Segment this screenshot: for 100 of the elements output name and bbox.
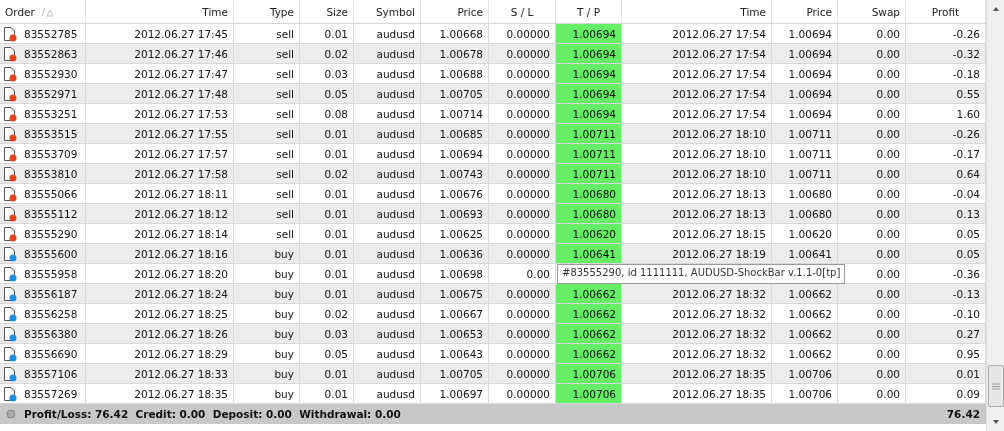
size-cell: 0.01 [324,147,348,160]
scroll-thumb[interactable] [988,365,1004,407]
swap-cell: 0.00 [876,147,900,160]
stop-loss-cell: 0.00000 [506,127,550,140]
type-cell: buy [274,267,294,280]
order-cell: 83552863 [24,47,78,60]
symbol-cell: audusd [376,247,415,260]
take-profit-cell: 1.00662 [572,307,616,320]
price-cell: 1.00625 [439,227,483,240]
symbol-cell: audusd [376,27,415,40]
size-cell: 0.01 [324,27,348,40]
close-time-cell: 2012.06.27 17:54 [672,27,766,40]
symbol-cell: audusd [376,87,415,100]
close-price-cell: 1.00694 [788,107,832,120]
type-cell: sell [276,67,294,80]
close-time-cell: 2012.06.27 17:54 [672,67,766,80]
close-price-cell: 1.00711 [788,147,832,160]
close-price-cell: 1.00680 [788,187,832,200]
stop-loss-cell: 0.00000 [506,247,550,260]
take-profit-cell: 1.00711 [572,167,616,180]
profit-cell: -0.13 [952,287,980,300]
time-cell: 2012.06.27 18:12 [134,207,228,220]
price-cell: 1.00743 [439,167,483,180]
close-time-cell: 2012.06.27 18:15 [672,227,766,240]
profit-cell: 0.64 [956,167,980,180]
price-cell: 1.00694 [439,147,483,160]
close-price-cell: 1.00694 [788,47,832,60]
time-cell: 2012.06.27 17:57 [134,147,228,160]
symbol-cell: audusd [376,107,415,120]
close-time-cell: 2012.06.27 18:13 [672,207,766,220]
order-cell: 83553709 [24,147,78,160]
price-cell: 1.00714 [439,107,483,120]
time-cell: 2012.06.27 18:24 [134,287,228,300]
close-time-cell: 2012.06.27 18:10 [672,127,766,140]
order-icon [2,205,18,222]
close-price-cell: 1.00706 [788,367,832,380]
tooltip: #83555290, id 1111111, AUDUSD-ShockBar v.1.1-0[tp] [557,264,846,284]
size-cell: 0.01 [324,207,348,220]
type-cell: buy [274,387,294,400]
order-cell: 83557269 [24,387,78,400]
take-profit-cell: 1.00711 [572,147,616,160]
swap-cell: 0.00 [876,47,900,60]
column-header[interactable]: Price [421,0,489,23]
price-cell: 1.00678 [439,47,483,60]
close-time-cell: 2012.06.27 18:19 [672,247,766,260]
order-cell: 83552971 [24,87,78,100]
stop-loss-cell: 0.00000 [506,147,550,160]
swap-cell: 0.00 [876,367,900,380]
close-time-cell: 2012.06.27 17:54 [672,107,766,120]
stop-loss-cell: 0.00000 [506,27,550,40]
order-cell: 83556690 [24,347,78,360]
column-header[interactable]: Time [622,0,772,23]
profit-cell: -0.32 [952,47,980,60]
take-profit-cell: 1.00694 [572,67,616,80]
close-time-cell: 2012.06.27 18:32 [672,327,766,340]
column-header[interactable]: Size [300,0,354,23]
time-cell: 2012.06.27 18:33 [134,367,228,380]
type-cell: sell [276,187,294,200]
stop-loss-cell: 0.00000 [506,347,550,360]
column-header[interactable]: S / L [489,0,556,23]
order-cell: 83555112 [24,207,78,220]
column-header[interactable]: Symbol [354,0,421,23]
stop-loss-cell: 0.00000 [506,287,550,300]
order-cell: 83557106 [24,367,78,380]
order-icon [2,325,18,342]
size-cell: 0.02 [324,167,348,180]
order-cell: 83553810 [24,167,78,180]
scrollbar[interactable] [986,0,1004,431]
stop-loss-cell: 0.00 [526,267,550,280]
take-profit-cell: 1.00694 [572,107,616,120]
price-cell: 1.00693 [439,207,483,220]
time-cell: 2012.06.27 18:14 [134,227,228,240]
profit-cell: -0.26 [952,127,980,140]
time-cell: 2012.06.27 18:11 [134,187,228,200]
price-cell: 1.00643 [439,347,483,360]
profit-cell: 1.60 [956,107,980,120]
column-header[interactable]: Type [234,0,300,23]
stop-loss-cell: 0.00000 [506,327,550,340]
column-header[interactable]: Price [772,0,838,23]
column-header[interactable]: T / P [556,0,622,23]
symbol-cell: audusd [376,307,415,320]
size-cell: 0.01 [324,227,348,240]
close-price-cell: 1.00641 [788,247,832,260]
column-header[interactable]: Order [0,0,86,23]
symbol-cell: audusd [376,67,415,80]
close-price-cell: 1.00662 [788,287,832,300]
stop-loss-cell: 0.00000 [506,67,550,80]
column-header[interactable]: Time [86,0,234,23]
close-price-cell: 1.00694 [788,67,832,80]
order-cell: 83555066 [24,187,78,200]
price-cell: 1.00653 [439,327,483,340]
price-cell: 1.00685 [439,127,483,140]
take-profit-cell: 1.00711 [572,127,616,140]
type-cell: sell [276,227,294,240]
order-icon [2,285,18,302]
column-header[interactable]: Swap [838,0,906,23]
time-cell: 2012.06.27 17:45 [134,27,228,40]
close-time-cell: 2012.06.27 18:32 [672,347,766,360]
profit-cell: 0.55 [956,87,980,100]
size-cell: 0.01 [324,127,348,140]
